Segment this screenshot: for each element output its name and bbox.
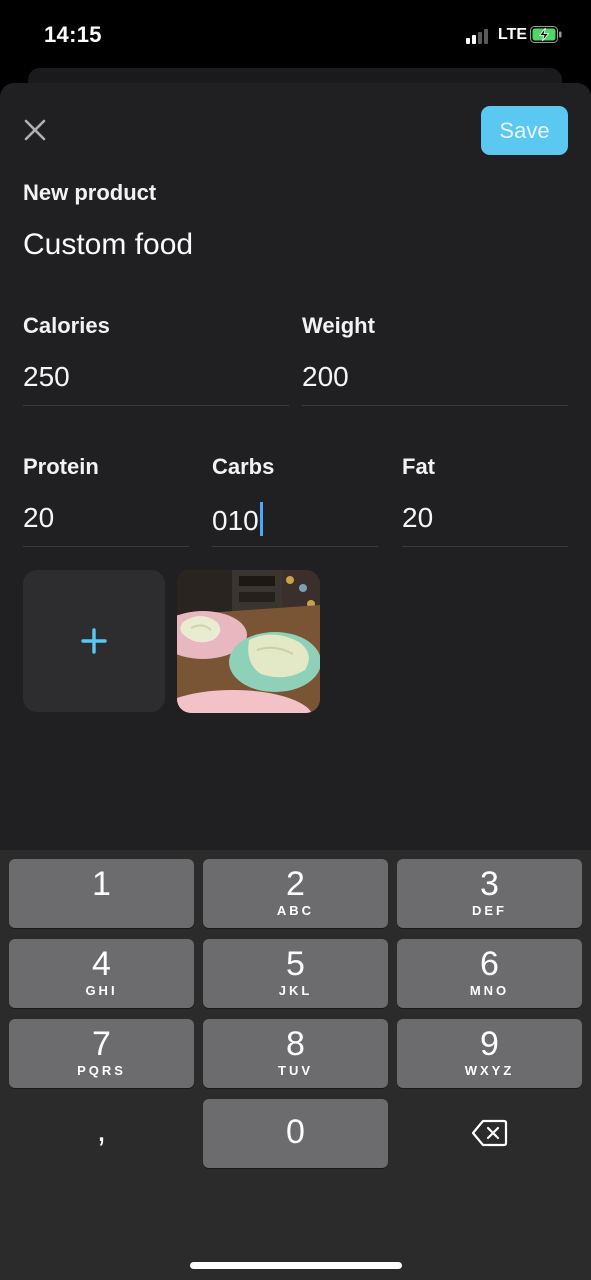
weight-label: Weight: [302, 313, 375, 338]
home-indicator[interactable]: [190, 1262, 402, 1269]
weight-field[interactable]: 200: [302, 361, 349, 393]
protein-divider: [23, 546, 189, 547]
network-type: LTE: [498, 26, 528, 43]
close-icon[interactable]: [22, 117, 48, 143]
add-photo-button[interactable]: [23, 570, 165, 712]
key-0[interactable]: 0: [203, 1099, 388, 1168]
key-comma[interactable]: ,: [9, 1099, 194, 1168]
key-3[interactable]: 3 DEF: [397, 859, 582, 928]
fat-label: Fat: [402, 454, 435, 479]
calories-field[interactable]: 250: [23, 361, 70, 393]
backspace-icon: [471, 1119, 507, 1147]
weight-divider: [302, 405, 568, 406]
status-bar: 14:15 LTE: [0, 0, 591, 70]
key-8-letters: TUV: [278, 1063, 313, 1078]
carbs-label: Carbs: [212, 454, 275, 479]
numeric-keypad: 1 2 ABC 3 DEF 4 GHI 5 JKL 6 MNO 7 PQRS 8…: [0, 850, 591, 1280]
key-8-number: 8: [286, 1025, 305, 1063]
key-6[interactable]: 6 MNO: [397, 939, 582, 1008]
key-comma-symbol: ,: [96, 1111, 107, 1149]
key-9[interactable]: 9 WXYZ: [397, 1019, 582, 1088]
food-photo-image: [177, 570, 320, 713]
key-7-letters: PQRS: [77, 1063, 126, 1078]
key-9-letters: WXYZ: [464, 1063, 515, 1078]
fat-divider: [402, 546, 568, 547]
key-5-number: 5: [286, 945, 305, 983]
calories-divider: [23, 405, 289, 406]
carbs-value: 010: [212, 505, 259, 536]
key-4-letters: GHI: [85, 983, 118, 998]
protein-label: Protein: [23, 454, 99, 479]
protein-field[interactable]: 20: [23, 502, 54, 534]
text-cursor: [259, 502, 263, 536]
plus-icon: [81, 628, 107, 654]
key-7-number: 7: [92, 1025, 111, 1063]
key-6-letters: MNO: [469, 983, 510, 998]
key-3-letters: DEF: [472, 903, 507, 918]
key-4[interactable]: 4 GHI: [9, 939, 194, 1008]
key-1-number: 1: [92, 865, 111, 903]
key-2[interactable]: 2 ABC: [203, 859, 388, 928]
key-4-number: 4: [92, 945, 111, 983]
key-2-letters: ABC: [276, 903, 315, 918]
save-button[interactable]: Save: [481, 106, 568, 155]
product-name-field[interactable]: Custom food: [23, 228, 193, 262]
signal-strength-icon: [466, 28, 492, 44]
key-5-letters: JKL: [278, 983, 313, 998]
battery-charging-icon: [530, 26, 562, 43]
key-2-number: 2: [286, 865, 305, 903]
key-6-number: 6: [480, 945, 499, 983]
key-8[interactable]: 8 TUV: [203, 1019, 388, 1088]
food-photo-thumbnail[interactable]: [177, 570, 320, 713]
key-5[interactable]: 5 JKL: [203, 939, 388, 1008]
backspace-key[interactable]: [397, 1099, 582, 1168]
key-7[interactable]: 7 PQRS: [9, 1019, 194, 1088]
key-9-number: 9: [480, 1025, 499, 1063]
status-time: 14:15: [44, 22, 102, 47]
carbs-field[interactable]: 010: [212, 502, 263, 537]
fat-field[interactable]: 20: [402, 502, 433, 534]
key-1[interactable]: 1: [9, 859, 194, 928]
carbs-divider: [212, 546, 378, 547]
key-3-number: 3: [480, 865, 499, 903]
key-0-number: 0: [286, 1113, 305, 1151]
calories-label: Calories: [23, 313, 110, 338]
section-label: New product: [23, 180, 157, 205]
